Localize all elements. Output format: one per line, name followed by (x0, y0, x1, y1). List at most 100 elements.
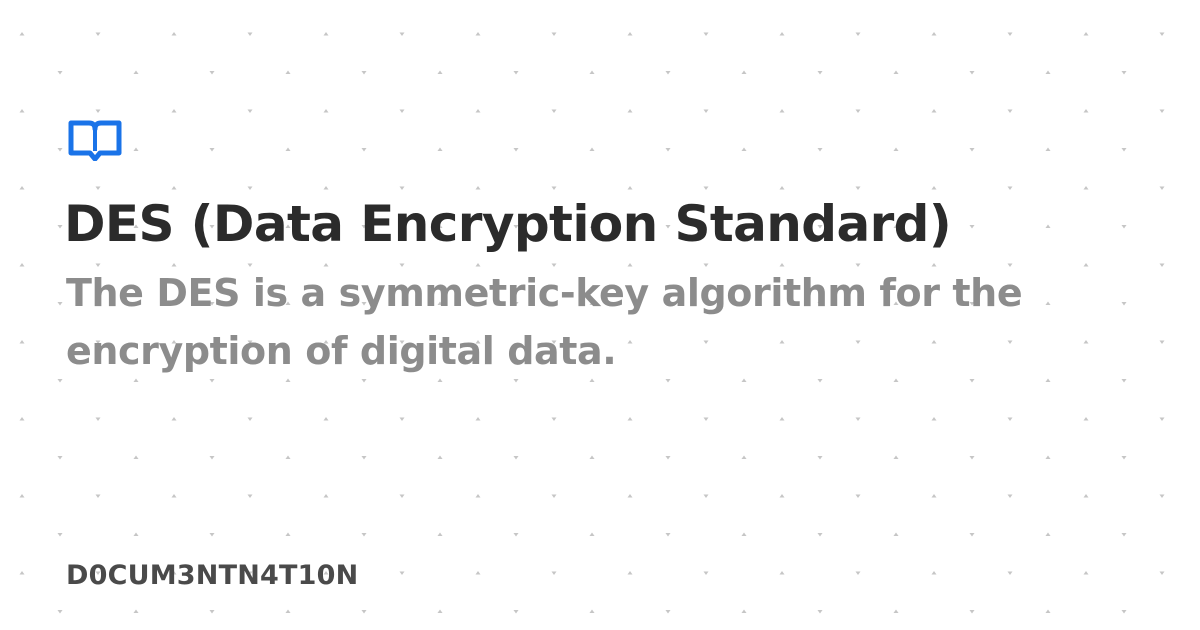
pattern-dot (969, 71, 975, 75)
pattern-dot (399, 571, 405, 575)
pattern-dot (1159, 109, 1165, 113)
pattern-dot (513, 456, 519, 460)
pattern-dot (513, 610, 519, 614)
pattern-dot (247, 494, 253, 498)
pattern-dot (551, 494, 557, 498)
pattern-dot (399, 494, 405, 498)
open-book-icon (68, 120, 122, 161)
pattern-dot (931, 571, 937, 575)
pattern-dot (19, 109, 25, 113)
pattern-dot (285, 455, 291, 459)
pattern-dot (57, 148, 63, 152)
pattern-dot (323, 417, 329, 421)
pattern-dot (475, 494, 481, 498)
pattern-dot (247, 32, 253, 36)
pattern-dot (247, 417, 253, 421)
pattern-dot (475, 32, 481, 36)
pattern-dot (133, 532, 139, 536)
pattern-dot (665, 456, 671, 460)
pattern-dot (893, 70, 899, 74)
pattern-dot (1121, 533, 1127, 537)
pattern-dot (57, 456, 63, 460)
pattern-dot (779, 32, 785, 36)
pattern-dot (1159, 494, 1165, 498)
pattern-dot (551, 417, 557, 421)
pattern-dot (323, 494, 329, 498)
pattern-dot (931, 32, 937, 36)
pattern-dot (1159, 417, 1165, 421)
pattern-dot (627, 32, 633, 36)
pattern-dot (361, 71, 367, 75)
pattern-dot (513, 533, 519, 537)
pattern-dot (209, 456, 215, 460)
pattern-dot (19, 263, 25, 267)
pattern-dot (817, 610, 823, 614)
pattern-dot (209, 71, 215, 75)
pattern-dot (57, 302, 63, 306)
pattern-dot (1083, 417, 1089, 421)
pattern-dot (171, 32, 177, 36)
pattern-dot (1083, 109, 1089, 113)
pattern-dot (247, 109, 253, 113)
pattern-dot (665, 533, 671, 537)
pattern-dot (1045, 147, 1051, 151)
pattern-dot (171, 109, 177, 113)
pattern-dot (931, 109, 937, 113)
pattern-dot (399, 417, 405, 421)
pattern-dot (285, 609, 291, 613)
pattern-dot (437, 147, 443, 151)
pattern-dot (95, 109, 101, 113)
pattern-dot (1121, 71, 1127, 75)
pattern-dot (1159, 571, 1165, 575)
pattern-dot (741, 70, 747, 74)
pattern-dot (627, 571, 633, 575)
pattern-dot (1045, 532, 1051, 536)
pattern-dot (361, 610, 367, 614)
pattern-dot (779, 494, 785, 498)
pattern-dot (133, 609, 139, 613)
pattern-dot (1083, 494, 1089, 498)
pattern-dot (19, 186, 25, 190)
pattern-dot (1159, 340, 1165, 344)
pattern-dot (57, 533, 63, 537)
pattern-dot (475, 109, 481, 113)
pattern-dot (437, 609, 443, 613)
pattern-dot (171, 417, 177, 421)
pattern-dot (589, 609, 595, 613)
pattern-dot (1159, 263, 1165, 267)
pattern-dot (361, 456, 367, 460)
pattern-dot (19, 32, 25, 36)
page-description: The DES is a symmetric-key algorithm for… (66, 271, 1023, 373)
pattern-dot (703, 109, 709, 113)
pattern-dot (817, 456, 823, 460)
pattern-dot (1045, 455, 1051, 459)
pattern-dot (95, 32, 101, 36)
pattern-dot (665, 71, 671, 75)
pattern-dot (1121, 148, 1127, 152)
pattern-dot (703, 571, 709, 575)
pattern-dot (323, 32, 329, 36)
pattern-dot (19, 494, 25, 498)
pattern-dot (703, 494, 709, 498)
pattern-dot (361, 148, 367, 152)
pattern-dot (209, 148, 215, 152)
pattern-dot (57, 71, 63, 75)
site-name: D0CUM3NTN4T10N (66, 560, 359, 591)
pattern-dot (969, 610, 975, 614)
pattern-dot (703, 32, 709, 36)
pattern-dot (1159, 32, 1165, 36)
pattern-dot (57, 379, 63, 383)
pattern-dot (817, 148, 823, 152)
pattern-dot (1007, 571, 1013, 575)
pattern-dot (551, 571, 557, 575)
pattern-dot (323, 109, 329, 113)
pattern-dot (1007, 109, 1013, 113)
pattern-dot (969, 533, 975, 537)
pattern-dot (817, 71, 823, 75)
pattern-dot (665, 610, 671, 614)
pattern-dot (285, 70, 291, 74)
pattern-dot (855, 494, 861, 498)
pattern-dot (779, 571, 785, 575)
pattern-dot (361, 533, 367, 537)
pattern-dot (1121, 456, 1127, 460)
